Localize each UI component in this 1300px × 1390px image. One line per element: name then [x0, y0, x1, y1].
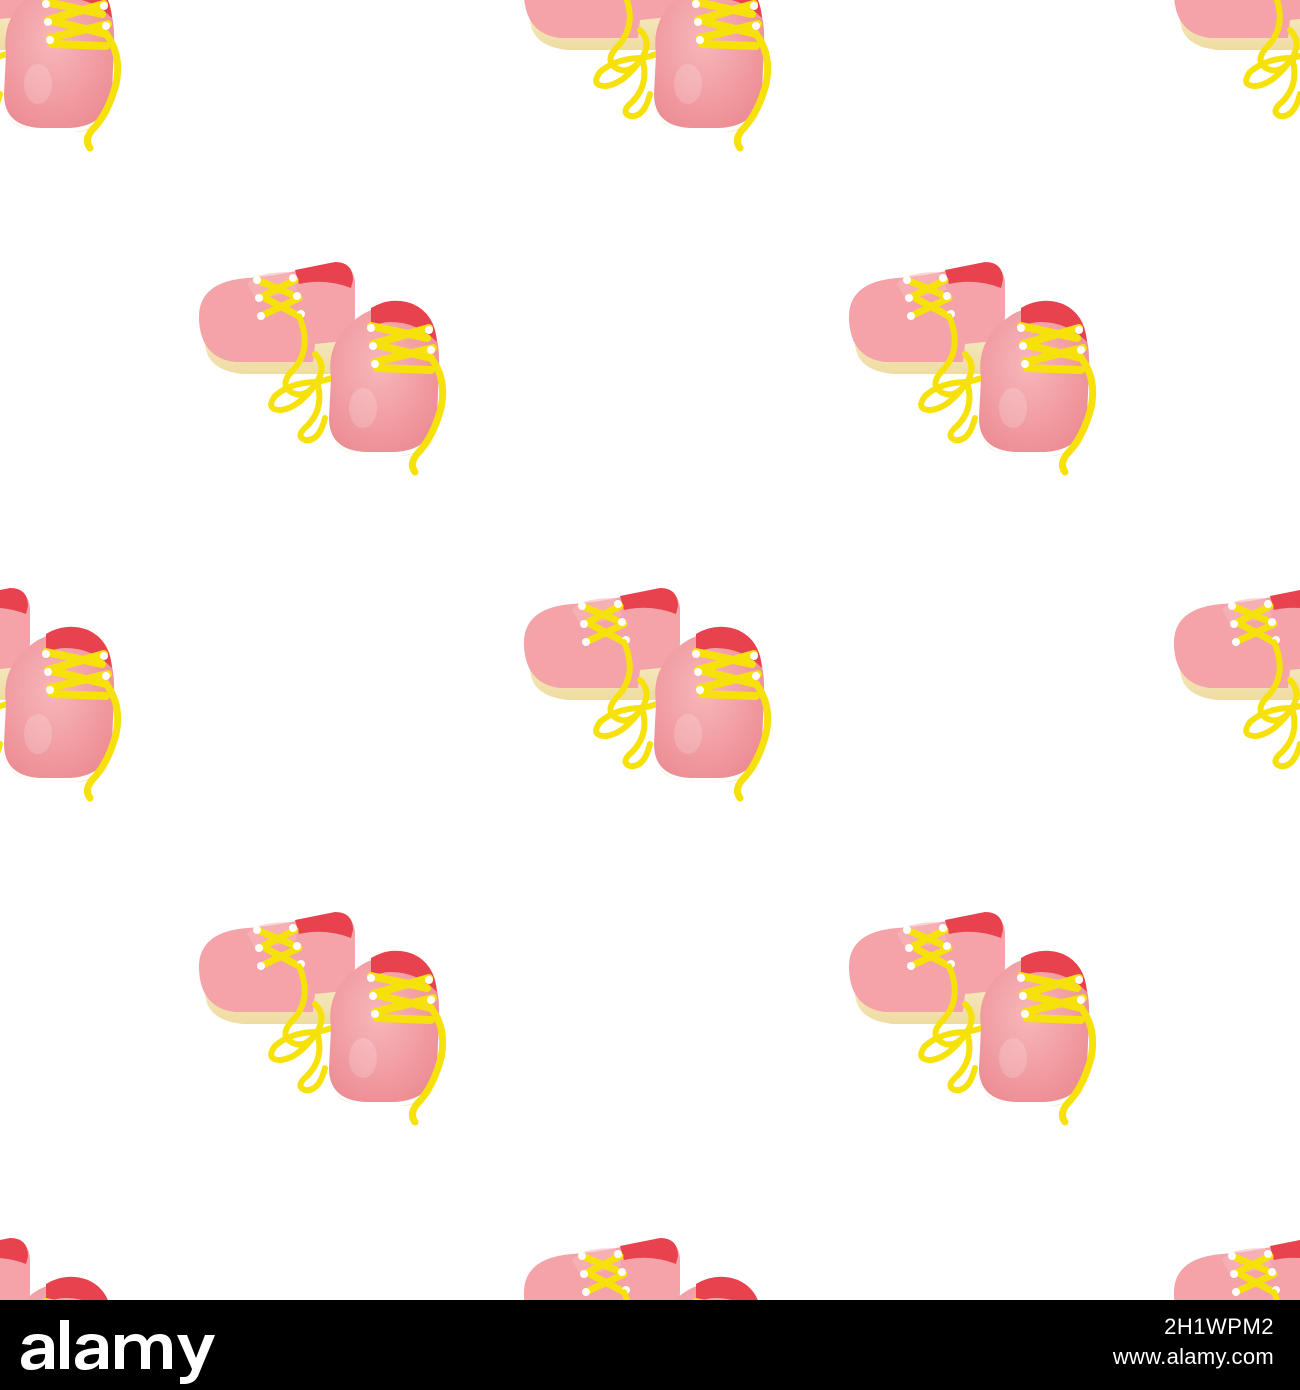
shoe-pair-tile: [0, 1238, 118, 1300]
shoe-pair-tile: [524, 588, 768, 798]
shoe-pair-tile: [1174, 0, 1300, 148]
shoe-pair-tile: [849, 912, 1093, 1122]
shoe-pair-tile: [0, 0, 118, 148]
shoe-pair-tile: [1174, 1238, 1300, 1300]
shoe-pair-tile: [199, 912, 443, 1122]
shoe-pair-tile: [1174, 588, 1300, 798]
shoe-pair-tile: [524, 1238, 768, 1300]
image-id-label: 2H1WPM2: [1164, 1314, 1274, 1339]
stock-image-page: 2H1WPM2 www.alamy.com: [0, 0, 1300, 1390]
shoe-pair-tile: [199, 262, 443, 472]
shoe-pair-tile: [0, 588, 118, 798]
seamless-shoes-pattern: [0, 0, 1300, 1300]
alamy-logo: [0, 1300, 260, 1390]
image-url-label: www.alamy.com: [1112, 1344, 1274, 1369]
shoe-pair-tile: [849, 262, 1093, 472]
shoe-pair-tile: [524, 0, 768, 148]
pattern-canvas: [0, 0, 1300, 1300]
